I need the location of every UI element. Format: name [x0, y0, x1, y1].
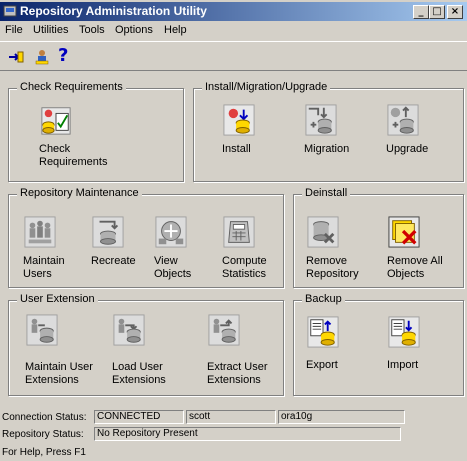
- recreate-button[interactable]: Recreate: [91, 215, 136, 267]
- toolbar: ?: [0, 41, 467, 71]
- menu-options[interactable]: Options: [115, 24, 153, 36]
- title-bar[interactable]: Repository Administration Utility _ □ ×: [0, 2, 467, 21]
- import-label: Import: [387, 359, 419, 371]
- menu-utilities[interactable]: Utilities: [33, 24, 68, 36]
- export-icon: [306, 315, 340, 349]
- connection-status-field: CONNECTED: [94, 410, 184, 424]
- load-extensions-icon: [112, 313, 146, 347]
- group-check-requirements: Check Requirements Check Requirements: [8, 81, 184, 182]
- window-title: Repository Administration Utility: [20, 4, 207, 18]
- connect-icon[interactable]: [6, 47, 26, 67]
- app-window: Repository Administration Utility _ □ × …: [0, 0, 467, 461]
- status-area: Connection Status: CONNECTED scott ora10…: [0, 408, 467, 461]
- menu-bar: File Utilities Tools Options Help: [0, 22, 467, 40]
- remove-all-objects-label: Remove All Objects: [387, 255, 443, 280]
- connection-status-label: Connection Status:: [2, 412, 87, 423]
- menu-tools[interactable]: Tools: [79, 24, 105, 36]
- migration-button[interactable]: Migration: [304, 103, 349, 155]
- group-backup: Backup Export Import: [293, 293, 464, 396]
- group-title: Backup: [302, 293, 345, 305]
- group-repository-maintenance: Repository Maintenance Maintain Users Re…: [8, 187, 284, 288]
- extract-extensions-icon: [207, 313, 241, 347]
- upgrade-icon: [386, 103, 420, 137]
- install-button[interactable]: Install: [222, 103, 256, 155]
- import-icon: [387, 315, 421, 349]
- migration-icon: [304, 103, 338, 137]
- group-title: Check Requirements: [17, 81, 126, 93]
- maintain-users-button[interactable]: Maintain Users: [23, 215, 65, 280]
- help-icon[interactable]: ?: [58, 45, 78, 66]
- view-objects-label: View Objects: [154, 255, 192, 280]
- group-deinstall: Deinstall Remove Repository Remove All O…: [293, 187, 464, 288]
- user-field: scott: [186, 410, 276, 424]
- install-icon: [222, 103, 256, 137]
- recreate-label: Recreate: [91, 255, 136, 267]
- compute-statistics-label: Compute Statistics: [222, 255, 267, 280]
- maintain-user-extensions-button[interactable]: Maintain User Extensions: [25, 313, 93, 386]
- load-user-extensions-label: Load User Extensions: [112, 361, 166, 386]
- load-user-extensions-button[interactable]: Load User Extensions: [112, 313, 166, 386]
- maximize-button[interactable]: □: [429, 5, 445, 19]
- maintain-users-label: Maintain Users: [23, 255, 65, 280]
- calculator-icon: [222, 215, 256, 249]
- database-field: ora10g: [278, 410, 405, 424]
- upgrade-label: Upgrade: [386, 143, 429, 155]
- check-requirements-label: Check Requirements: [39, 143, 108, 168]
- compute-statistics-button[interactable]: Compute Statistics: [222, 215, 267, 280]
- view-objects-icon: [154, 215, 188, 249]
- migration-label: Migration: [304, 143, 350, 155]
- maintain-users-icon: [23, 215, 57, 249]
- users-icon[interactable]: [32, 47, 52, 67]
- install-label: Install: [222, 143, 251, 155]
- remove-all-objects-button[interactable]: Remove All Objects: [387, 215, 443, 280]
- menu-file[interactable]: File: [5, 24, 23, 36]
- extract-user-extensions-label: Extract User Extensions: [207, 361, 268, 386]
- remove-all-objects-icon: [387, 215, 421, 249]
- group-install: Install/Migration/Upgrade Install Migrat…: [193, 81, 464, 182]
- app-icon: [3, 5, 17, 17]
- repository-status-field: No Repository Present: [94, 427, 401, 441]
- export-label: Export: [306, 359, 338, 371]
- maintain-user-extensions-label: Maintain User Extensions: [25, 361, 93, 386]
- view-objects-button[interactable]: View Objects: [154, 215, 191, 280]
- close-button[interactable]: ×: [447, 5, 463, 19]
- check-requirements-icon: [39, 103, 73, 137]
- remove-repository-button[interactable]: Remove Repository: [306, 215, 359, 280]
- export-button[interactable]: Export: [306, 315, 340, 371]
- remove-repository-label: Remove Repository: [306, 255, 359, 280]
- connection-status-row: Connection Status: CONNECTED scott ora10…: [0, 410, 467, 426]
- check-requirements-button[interactable]: Check Requirements: [39, 103, 107, 168]
- group-title: Repository Maintenance: [17, 187, 142, 199]
- upgrade-button[interactable]: Upgrade: [386, 103, 428, 155]
- import-button[interactable]: Import: [387, 315, 421, 371]
- recreate-icon: [91, 215, 125, 249]
- minimize-button[interactable]: _: [413, 5, 429, 19]
- maintain-extensions-icon: [25, 313, 59, 347]
- help-status-row: For Help, Press F1: [0, 445, 467, 461]
- repository-status-row: Repository Status: No Repository Present: [0, 427, 467, 443]
- group-user-extension: User Extension Maintain User Extensions: [8, 293, 284, 396]
- help-status-text: For Help, Press F1: [2, 447, 86, 458]
- main-panel: Check Requirements Check Requirements In…: [0, 72, 467, 407]
- extract-user-extensions-button[interactable]: Extract User Extensions: [207, 313, 268, 386]
- group-title: Install/Migration/Upgrade: [202, 81, 331, 93]
- group-title: Deinstall: [302, 187, 351, 199]
- menu-help[interactable]: Help: [164, 24, 187, 36]
- remove-repository-icon: [306, 215, 340, 249]
- group-title: User Extension: [17, 293, 98, 305]
- repository-status-label: Repository Status:: [2, 429, 84, 440]
